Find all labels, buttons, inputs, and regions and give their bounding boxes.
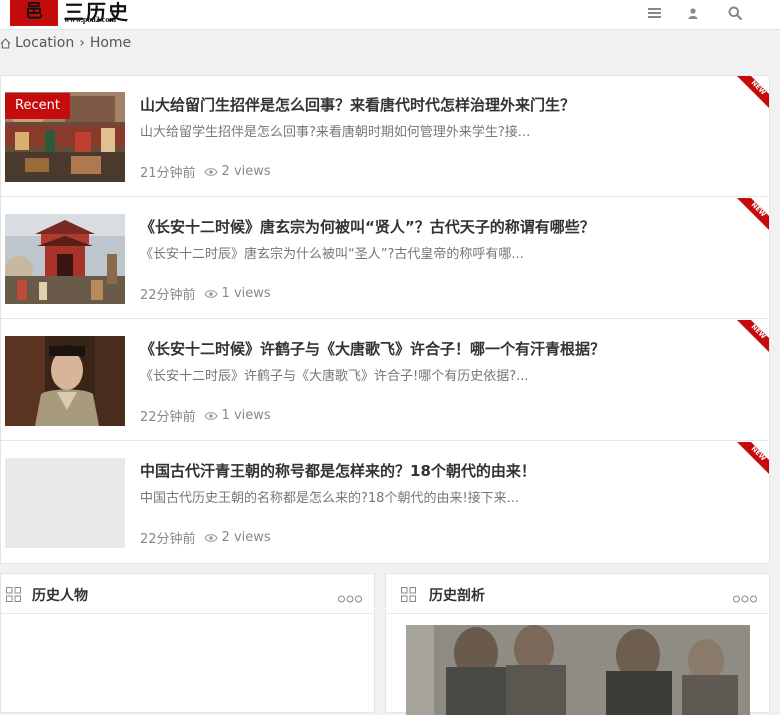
new-ribbon: NEW	[735, 76, 769, 110]
post-views: 1 views	[221, 408, 271, 423]
post-time: 22分钟前	[140, 410, 196, 425]
widget-historical-figures: 历史人物	[0, 573, 375, 713]
post-meta: 22分钟前 1 views	[140, 406, 271, 425]
grid-icon	[6, 587, 21, 606]
post-title[interactable]: 山大给留门生招伴是怎么回事？来看唐代时代怎样治理外来门生？	[140, 94, 575, 115]
grid-icon	[401, 587, 416, 606]
eye-icon	[203, 533, 218, 543]
logo-url: www.pou2.com	[64, 15, 117, 24]
widget-featured-image[interactable]	[406, 625, 750, 715]
post-list: Recent 山大给留门生招伴是怎么回事？来看唐代时代怎样治理外来门生？ 山大给…	[0, 75, 770, 564]
post-title[interactable]: 《长安十二时候》唐玄宗为何被叫“贤人”？古代天子的称谓有哪些？	[140, 216, 595, 237]
post-thumbnail[interactable]	[5, 214, 125, 304]
post-time: 22分钟前	[140, 532, 196, 547]
post-item[interactable]: 《长安十二时候》唐玄宗为何被叫“贤人”？古代天子的称谓有哪些？ 《长安十二时辰》…	[1, 198, 769, 319]
new-ribbon: NEW	[735, 442, 769, 476]
post-time: 21分钟前	[140, 166, 196, 181]
recent-badge: Recent	[5, 93, 70, 119]
post-item[interactable]: 中国古代汗青王朝的称号都是怎样来的？18个朝代的由来！ 中国古代历史王朝的名称都…	[1, 442, 769, 563]
new-ribbon: NEW	[735, 320, 769, 354]
menu-icon[interactable]	[644, 3, 664, 23]
site-logo[interactable]: 邑 三历史 www.pou2.com	[10, 0, 150, 26]
post-excerpt: 《长安十二时辰》许鹤子与《大唐歌飞》许合子!哪个有历史依据?...	[140, 369, 529, 384]
widget-header: 历史人物	[1, 574, 374, 614]
post-title[interactable]: 《长安十二时候》许鹤子与《大唐歌飞》许合子！哪一个有汗青根据？	[140, 338, 605, 359]
widget-history-analysis: 历史剖析	[385, 573, 770, 715]
eye-icon	[203, 289, 218, 299]
more-icon[interactable]	[733, 588, 757, 607]
widget-title: 历史剖析	[429, 588, 485, 604]
post-meta: 21分钟前 2 views	[140, 162, 271, 181]
post-views: 1 views	[221, 286, 271, 301]
post-views: 2 views	[221, 530, 271, 545]
breadcrumb-separator: ›	[79, 35, 85, 51]
eye-icon	[203, 411, 218, 421]
widget-header: 历史剖析	[386, 574, 769, 614]
post-meta: 22分钟前 2 views	[140, 528, 271, 547]
post-item[interactable]: Recent 山大给留门生招伴是怎么回事？来看唐代时代怎样治理外来门生？ 山大给…	[1, 76, 769, 197]
post-excerpt: 中国古代历史王朝的名称都是怎么来的?18个朝代的由来!接下来...	[140, 491, 520, 506]
post-thumbnail[interactable]	[5, 336, 125, 426]
post-excerpt: 山大给留学生招伴是怎么回事?来看唐朝时期如何管理外来学生?接...	[140, 125, 531, 140]
post-thumbnail-placeholder[interactable]	[5, 458, 125, 548]
breadcrumb-location-label: Location	[15, 35, 75, 51]
search-icon[interactable]	[725, 3, 745, 23]
post-meta: 22分钟前 1 views	[140, 284, 271, 303]
more-icon[interactable]	[338, 588, 362, 607]
post-time: 22分钟前	[140, 288, 196, 303]
breadcrumb: Location › Home	[0, 34, 131, 52]
top-header: 邑 三历史 www.pou2.com	[0, 0, 780, 30]
logo-badge: 邑	[10, 0, 58, 26]
post-excerpt: 《长安十二时辰》唐玄宗为什么被叫“圣人”?古代皇帝的称呼有哪...	[140, 247, 524, 262]
post-title[interactable]: 中国古代汗青王朝的称号都是怎样来的？18个朝代的由来！	[140, 460, 536, 481]
eye-icon	[203, 167, 218, 177]
widget-title: 历史人物	[32, 588, 88, 604]
post-item[interactable]: 《长安十二时候》许鹤子与《大唐歌飞》许合子！哪一个有汗青根据？ 《长安十二时辰》…	[1, 320, 769, 441]
post-views: 2 views	[221, 164, 271, 179]
user-icon[interactable]	[683, 3, 703, 23]
home-icon	[0, 37, 11, 49]
breadcrumb-home-link[interactable]: Home	[90, 35, 131, 51]
new-ribbon: NEW	[735, 198, 769, 232]
